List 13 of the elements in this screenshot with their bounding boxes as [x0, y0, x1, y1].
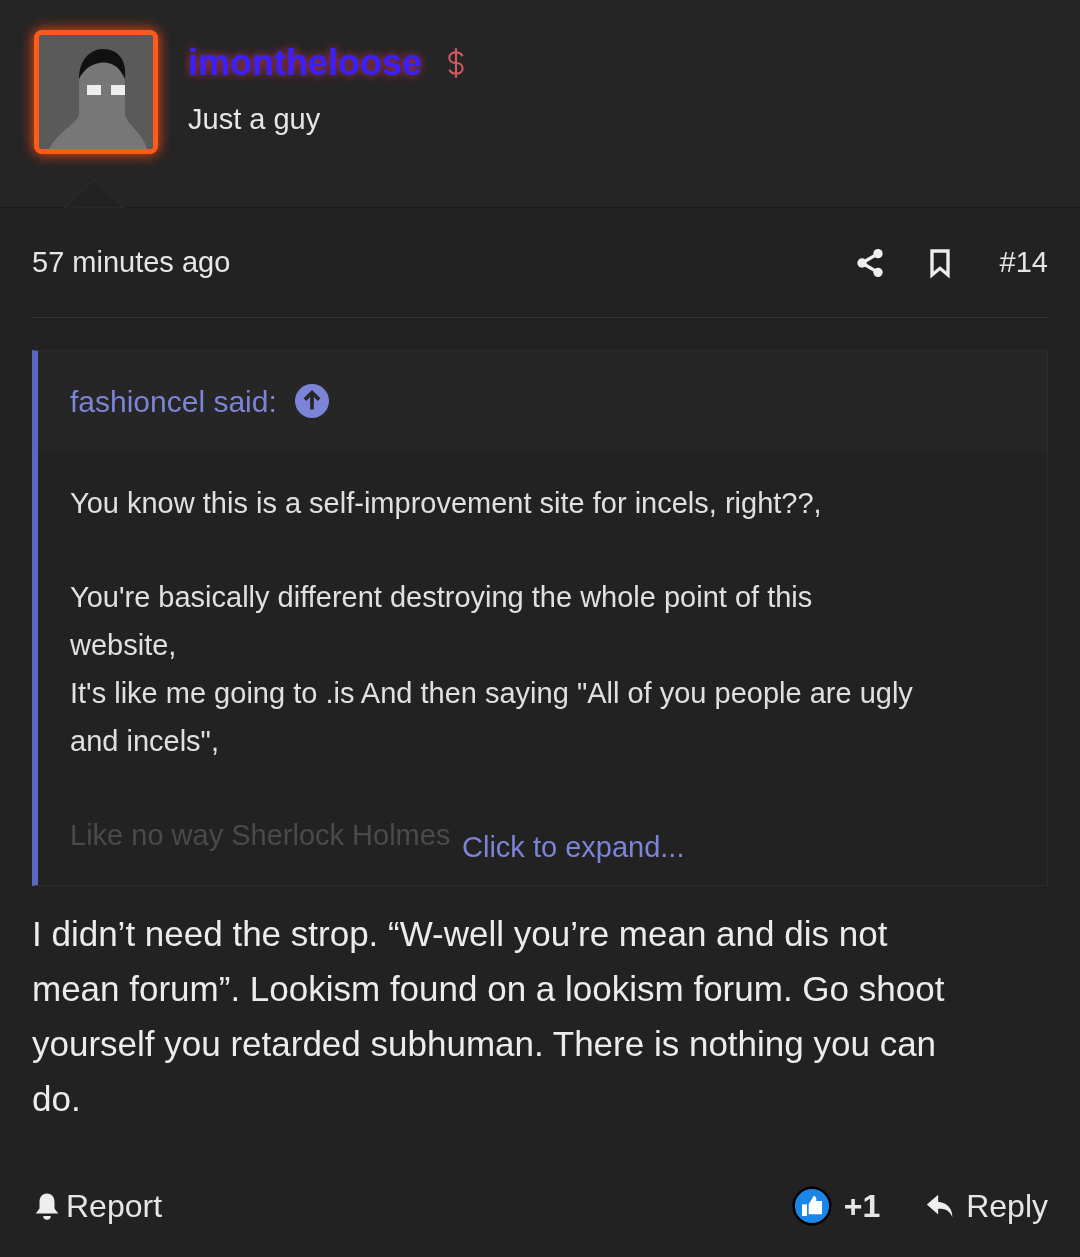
- expand-link[interactable]: Click to expand...: [462, 823, 685, 871]
- post-body: I didn’t need the strop. “W-well you’re mean and dis not mean forum”. Lookism found on a lookism forum. Go shoot yourself you retarded subhuman. There is nothing you can do.: [32, 913, 946, 1120]
- reply-button[interactable]: Reply: [924, 1182, 1048, 1230]
- arrow-up-icon[interactable]: [294, 384, 329, 418]
- user-title: Just a guy: [188, 102, 322, 137]
- report-button[interactable]: Report: [32, 1182, 792, 1230]
- quote-text: You're basically different destroying the whole point of this website, It's like me going to .is And then saying "All of you people are ugly and incels",: [70, 580, 914, 759]
- post-number[interactable]: #14: [999, 240, 1048, 285]
- quote-attribution[interactable]: fashioncel said:: [70, 378, 277, 424]
- like-icon: [791, 1186, 832, 1226]
- post-time[interactable]: 57 minutes ago: [32, 240, 854, 285]
- reaction-button[interactable]: +1: [791, 1182, 881, 1230]
- quote-text: You know this is a self-improvement site for incels, right??,: [70, 486, 823, 521]
